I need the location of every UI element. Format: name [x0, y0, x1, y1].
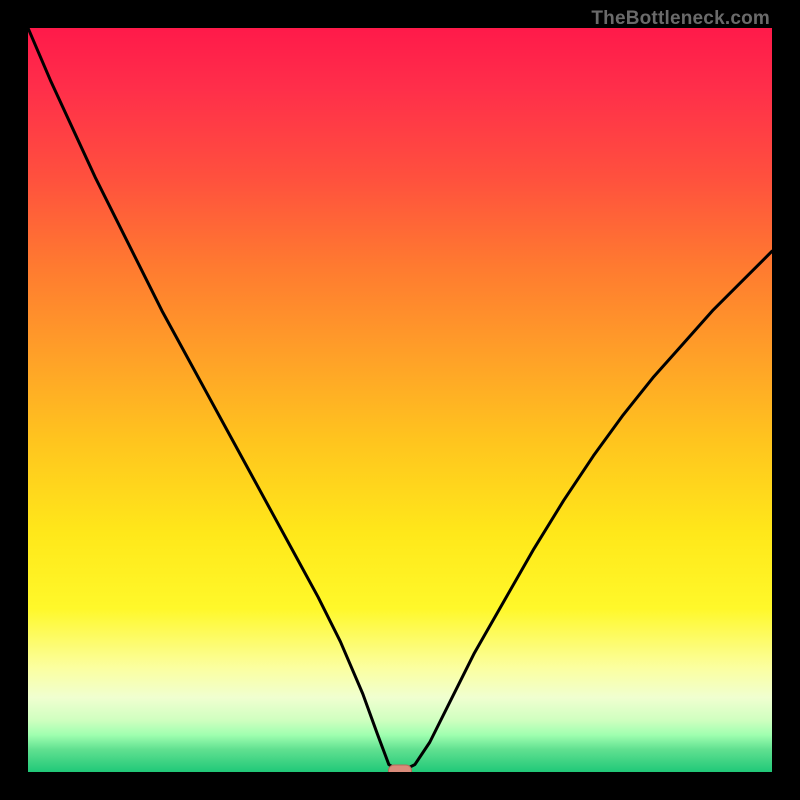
watermark-label: TheBottleneck.com [591, 8, 770, 30]
data-curve [28, 28, 772, 772]
curve-svg [28, 28, 772, 772]
chart-container: TheBottleneck.com [0, 0, 800, 800]
minimum-marker [388, 765, 412, 773]
plot-area [28, 28, 772, 772]
